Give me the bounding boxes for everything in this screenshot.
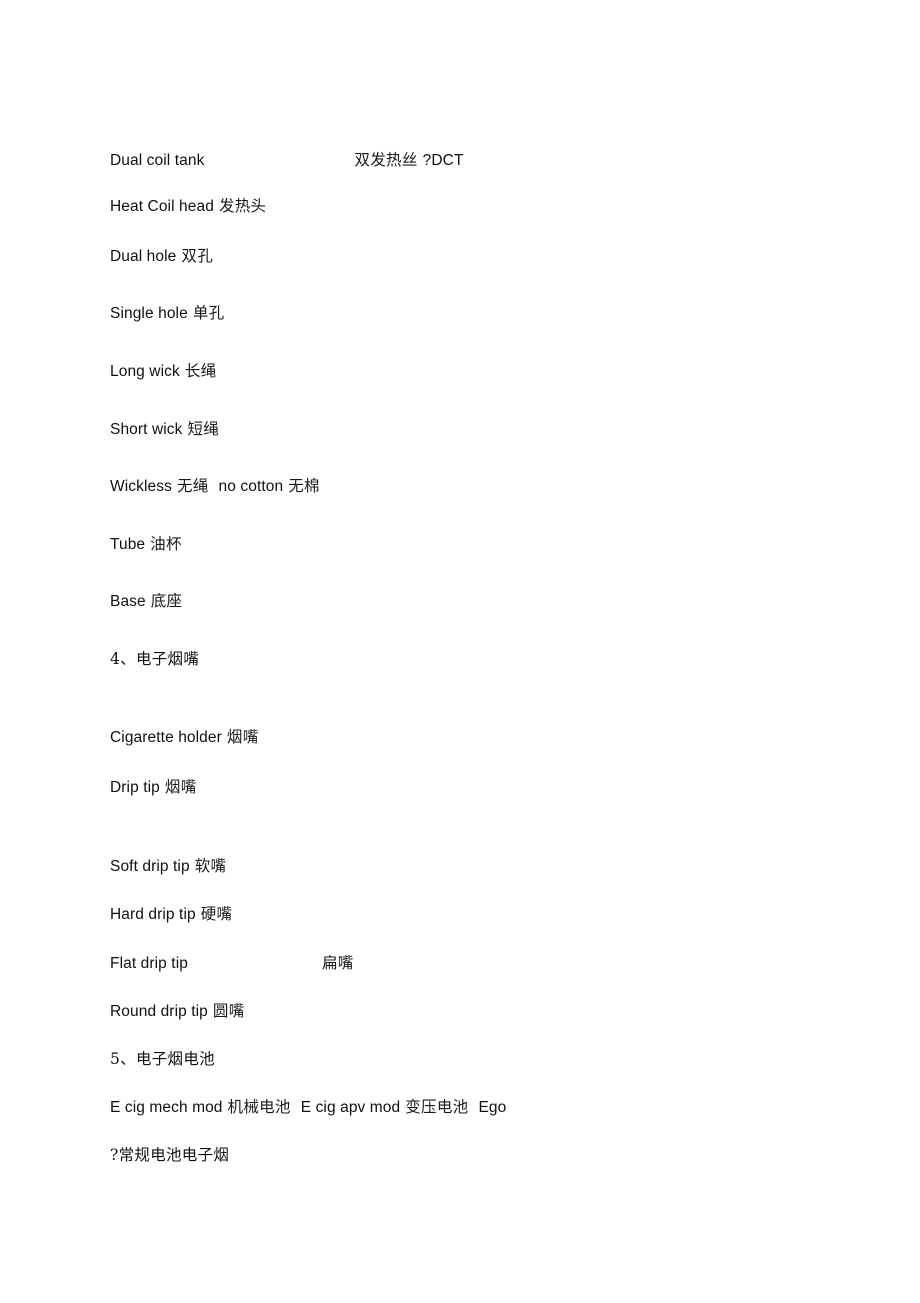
term-chinese: 短绳: [187, 420, 220, 438]
term-chinese-secondary: 变压电池: [405, 1098, 469, 1116]
term-english: Hard drip tip: [110, 906, 196, 923]
term-english: Round drip tip: [110, 1003, 208, 1020]
term-chinese: 油杯: [150, 535, 182, 553]
term-english: Flat drip tip: [110, 955, 188, 972]
term-english: Single hole: [110, 305, 188, 322]
term-english-secondary: E cig apv mod: [300, 1099, 401, 1116]
term-english: Soft drip tip: [110, 858, 190, 875]
term-chinese: 硬嘴: [200, 905, 233, 923]
section-heading-text: 4、电子烟嘴: [110, 650, 200, 668]
term-chinese-continued: ?常规电池电子烟: [110, 1146, 230, 1164]
term-chinese: 烟嘴: [226, 728, 259, 746]
section-heading-text: 5、电子烟电池: [110, 1050, 215, 1068]
term-chinese: 圆嘴: [212, 1002, 245, 1020]
term-english: E cig mech mod: [110, 1099, 223, 1116]
term-english: Dual hole: [110, 248, 177, 265]
term-chinese: 无绳: [176, 477, 209, 495]
term-chinese: 双孔: [181, 247, 213, 265]
term-english: Dual coil tank: [110, 152, 205, 169]
term-english: Wickless: [110, 478, 172, 495]
term-chinese: 发热头: [218, 197, 267, 215]
term-english-tertiary: Ego: [478, 1099, 507, 1116]
term-english: Long wick: [110, 363, 180, 380]
term-chinese: 底座: [150, 592, 183, 610]
term-chinese: 扁嘴: [321, 954, 354, 972]
term-english: Tube: [110, 536, 146, 553]
term-suffix: ?DCT: [422, 152, 464, 169]
term-chinese: 单孔: [192, 304, 225, 322]
term-english: Heat Coil head: [110, 198, 214, 215]
term-english-secondary: no cotton: [218, 478, 284, 495]
term-chinese: 软嘴: [194, 857, 227, 875]
term-english: Short wick: [110, 421, 183, 438]
term-english: Base: [110, 593, 146, 610]
term-chinese: 机械电池: [227, 1098, 291, 1116]
term-chinese-secondary: 无棉: [288, 477, 320, 495]
document-page: Dual coil tank 双发热丝 ?DCT Heat Coil head 发热头…: [0, 0, 920, 1303]
term-chinese: 长绳: [184, 362, 217, 380]
term-english: Drip tip: [110, 779, 160, 796]
term-chinese: 烟嘴: [164, 778, 197, 796]
term-english: Cigarette holder: [110, 729, 222, 746]
term-chinese: 双发热丝: [354, 151, 418, 169]
